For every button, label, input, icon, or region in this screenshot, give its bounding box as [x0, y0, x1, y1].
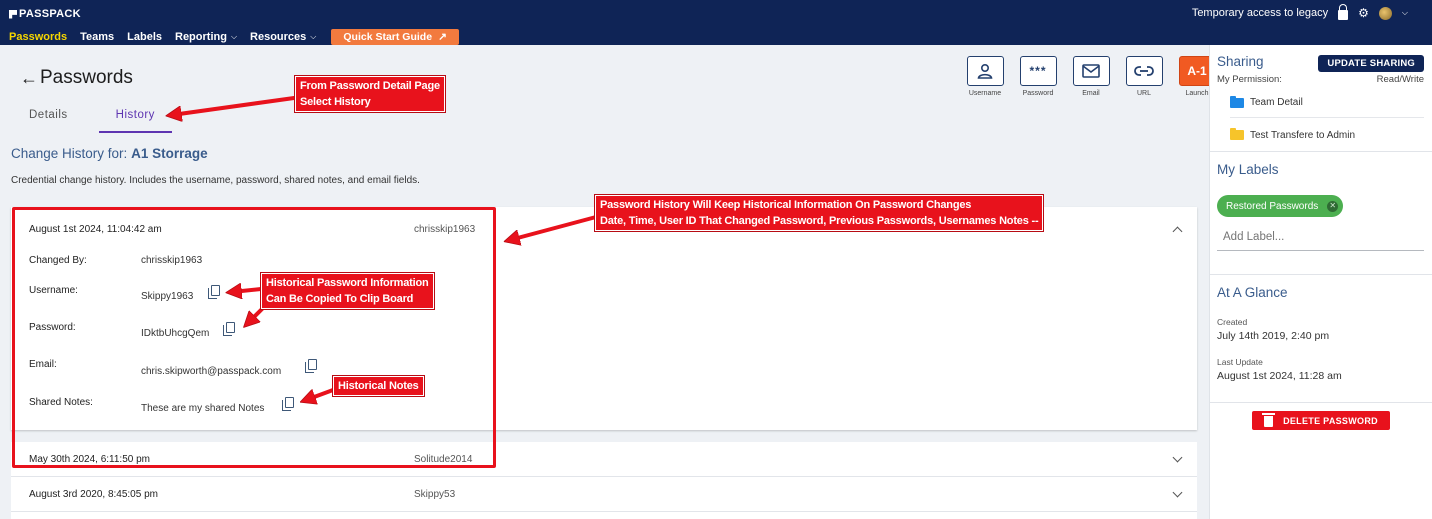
- annotation-copy-clipboard: Historical Password Information Can Be C…: [261, 273, 434, 309]
- history-user: Skippy53: [414, 489, 456, 500]
- history-entry[interactable]: August 3rd 2020, 8:45:05 pm Skippy53: [11, 477, 1197, 512]
- annotation-arrow: [172, 96, 296, 115]
- annotation-historical-notes: Historical Notes: [333, 376, 424, 396]
- at-a-glance-title: At A Glance: [1217, 285, 1288, 300]
- created-value: July 14th 2019, 2:40 pm: [1217, 330, 1330, 342]
- email-value: chris.skipworth@passpack.com: [141, 366, 282, 377]
- shared-notes-value: These are my shared Notes: [141, 403, 265, 414]
- nav-item-resources[interactable]: Resources ⌵: [250, 31, 316, 43]
- passpack-logo[interactable]: PASSPACK: [9, 8, 81, 20]
- history-date: August 3rd 2020, 8:45:05 pm: [29, 489, 158, 500]
- username-label: Username:: [29, 285, 78, 296]
- logo-mark-icon: [9, 9, 17, 19]
- avatar[interactable]: [1378, 6, 1392, 20]
- chevron-down-icon: ⌵: [310, 32, 317, 41]
- chevron-down-icon: ⌵: [230, 32, 238, 41]
- change-history-subtitle: Credential change history. Includes the …: [11, 175, 420, 186]
- top-right-controls: Temporary access to legacy ⚙ ⌵: [1192, 4, 1408, 20]
- external-link-icon: ↗: [438, 31, 447, 43]
- nav-item-teams[interactable]: Teams: [80, 31, 114, 43]
- nav-item-reporting[interactable]: Reporting ⌵: [175, 31, 237, 43]
- created-label: Created: [1217, 317, 1248, 327]
- quick-start-guide-button[interactable]: Quick Start Guide ↗: [331, 29, 459, 45]
- copy-icon[interactable]: [208, 285, 220, 299]
- divider: [1210, 402, 1432, 403]
- divider: [1210, 151, 1432, 152]
- email-label: Email:: [29, 359, 57, 370]
- back-arrow-icon[interactable]: ←: [20, 68, 38, 89]
- history-user: chrisskip1963: [414, 224, 476, 235]
- history-date: August 1st 2024, 11:04:42 am: [29, 224, 162, 235]
- history-user: Solitude2014: [414, 454, 473, 465]
- nav-item-labels[interactable]: Labels: [127, 31, 162, 43]
- history-entry[interactable]: [11, 512, 1197, 519]
- chevron-down-icon[interactable]: [1172, 452, 1183, 463]
- chevron-up-icon[interactable]: [1172, 226, 1183, 237]
- copy-icon[interactable]: [223, 322, 235, 336]
- temp-access-link[interactable]: Temporary access to legacy: [1192, 7, 1328, 19]
- history-date: May 30th 2024, 6:11:50 pm: [29, 454, 151, 465]
- password-tool[interactable]: *** Password: [1019, 56, 1057, 97]
- folder-icon: [1230, 128, 1244, 140]
- lock-icon[interactable]: [1338, 4, 1349, 20]
- tab-details[interactable]: Details: [12, 104, 85, 133]
- changed-by-label: Changed By:: [29, 255, 87, 266]
- annotation-select-history: From Password Detail Page Select History: [295, 76, 445, 112]
- my-labels-title: My Labels: [1217, 162, 1279, 177]
- add-label-input[interactable]: [1217, 223, 1424, 251]
- share-item-team-detail[interactable]: Team Detail: [1230, 88, 1424, 118]
- folder-icon: [1230, 95, 1244, 108]
- my-permission-row: My Permission: Read/Write: [1217, 74, 1424, 85]
- nav-item-passwords[interactable]: Passwords: [9, 31, 67, 43]
- delete-password-button[interactable]: DELETE PASSWORD: [1252, 411, 1390, 430]
- person-icon: [966, 56, 1004, 86]
- password-value: IDktbUhcgQem: [141, 328, 210, 339]
- right-sidebar: Sharing UPDATE SHARING My Permission: Re…: [1209, 45, 1432, 519]
- copy-icon[interactable]: [305, 359, 317, 373]
- last-update-label: Last Update: [1217, 357, 1263, 367]
- main-content: ← Passwords Details History Change Histo…: [0, 45, 1216, 519]
- label-chip-restored-passwords[interactable]: Restored Passwords ✕: [1217, 195, 1344, 217]
- page-title: ← Passwords: [20, 67, 133, 89]
- username-value: Skippy1963: [141, 291, 194, 302]
- last-update-value: August 1st 2024, 11:28 am: [1217, 370, 1342, 382]
- chevron-down-icon[interactable]: ⌵: [1402, 8, 1408, 18]
- copy-toolbar: Username *** Password Email URL A-1 Laun…: [966, 56, 1216, 97]
- username-tool[interactable]: Username: [966, 56, 1004, 97]
- url-tool[interactable]: URL: [1125, 56, 1163, 97]
- main-nav: Passwords Teams Labels Reporting ⌵ Resour…: [9, 29, 459, 45]
- top-nav-bar: PASSPACK Passwords Teams Labels Reportin…: [0, 0, 1432, 45]
- gear-icon[interactable]: ⚙: [1358, 6, 1369, 20]
- update-sharing-button[interactable]: UPDATE SHARING: [1318, 55, 1424, 72]
- annotation-history-info: Password History Will Keep Historical In…: [595, 195, 1044, 231]
- chevron-down-icon[interactable]: [1172, 487, 1183, 498]
- share-item-test-transfere[interactable]: Test Transfere to Admin: [1230, 120, 1424, 150]
- password-label: Password:: [29, 322, 76, 333]
- envelope-icon: [1072, 56, 1110, 86]
- trash-icon: [1262, 413, 1276, 427]
- email-tool[interactable]: Email: [1072, 56, 1110, 97]
- copy-icon[interactable]: [282, 397, 294, 411]
- history-entry-expanded: August 1st 2024, 11:04:42 am chrisskip19…: [11, 207, 1197, 430]
- asterisk-icon: ***: [1019, 56, 1057, 86]
- detail-tabs: Details History: [12, 104, 172, 134]
- changed-by-value: chrisskip1963: [141, 255, 203, 266]
- change-history-heading: Change History for: A1 Storrage: [11, 146, 208, 161]
- shared-notes-label: Shared Notes:: [29, 397, 93, 408]
- link-icon: [1125, 56, 1163, 86]
- history-entry[interactable]: May 30th 2024, 6:11:50 pm Solitude2014: [11, 442, 1197, 477]
- sharing-title: Sharing: [1217, 54, 1264, 69]
- close-icon[interactable]: ✕: [1327, 200, 1339, 212]
- tab-history[interactable]: History: [98, 104, 172, 133]
- divider: [1210, 274, 1432, 275]
